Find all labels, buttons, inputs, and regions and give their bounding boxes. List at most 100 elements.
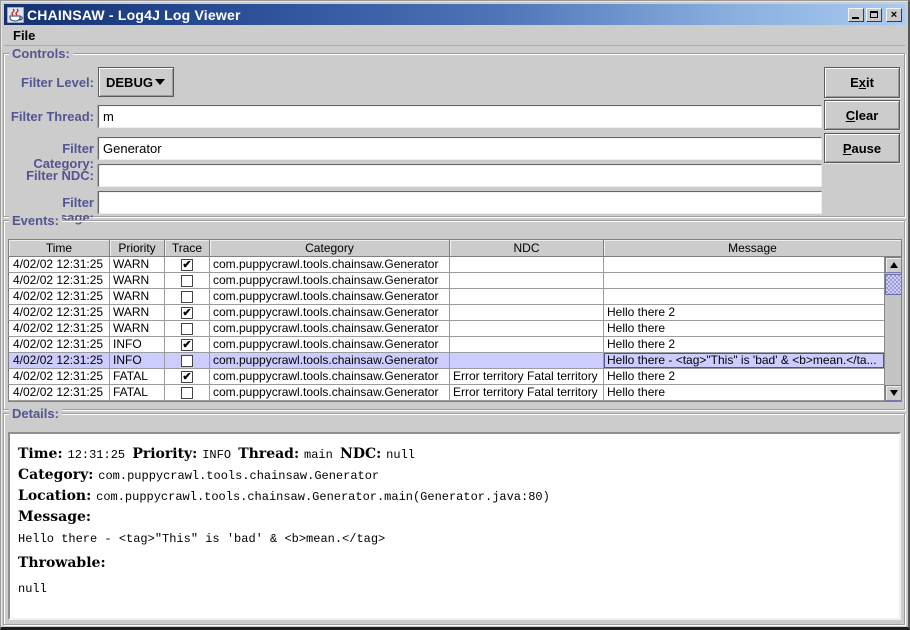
- cell-message: Hello there: [604, 321, 884, 337]
- cell-message: Hello there 2: [604, 369, 884, 385]
- details-line: Category: com.puppycrawl.tools.chainsaw.…: [18, 464, 891, 485]
- filter-thread-input[interactable]: [98, 105, 822, 128]
- cell-trace: [165, 353, 210, 369]
- filter-category-input[interactable]: [98, 137, 822, 160]
- column-header-message[interactable]: Message: [604, 240, 901, 257]
- details-line: Location: com.puppycrawl.tools.chainsaw.…: [18, 485, 891, 506]
- pause-button[interactable]: Pause: [824, 133, 900, 163]
- cell-category: com.puppycrawl.tools.chainsaw.Generator: [210, 305, 450, 321]
- filter-message-input[interactable]: [98, 191, 822, 214]
- cell-message: Hello there - <tag>"This" is 'bad' & <b>…: [604, 353, 884, 369]
- trace-checkbox[interactable]: ✔: [181, 339, 193, 351]
- cell-priority: INFO: [110, 353, 165, 369]
- close-button[interactable]: ×: [886, 8, 902, 22]
- events-table-body: 4/02/02 12:31:25 WARN ✔ com.puppycrawl.t…: [9, 257, 884, 401]
- cell-time: 4/02/02 12:31:25: [9, 385, 110, 401]
- cell-priority: INFO: [110, 337, 165, 353]
- filter-level-combo[interactable]: DEBUG: [98, 67, 174, 97]
- cell-message: Hello there 2: [604, 305, 884, 321]
- cell-time: 4/02/02 12:31:25: [9, 273, 110, 289]
- trace-checkbox[interactable]: [181, 387, 193, 399]
- scroll-up-button[interactable]: [885, 257, 902, 273]
- menu-bar: File: [4, 25, 905, 46]
- details-group-title: Details:: [9, 406, 62, 421]
- events-table: Time Priority Trace Category NDC Message…: [8, 239, 902, 402]
- table-row[interactable]: 4/02/02 12:31:25 WARN com.puppycrawl.too…: [9, 321, 884, 337]
- column-header-priority[interactable]: Priority: [110, 240, 165, 257]
- clear-button[interactable]: Clear: [824, 100, 900, 130]
- trace-checkbox[interactable]: ✔: [181, 259, 193, 271]
- events-group-title: Events:: [9, 213, 62, 228]
- table-row[interactable]: 4/02/02 12:31:25 WARN ✔ com.puppycrawl.t…: [9, 257, 884, 273]
- cell-category: com.puppycrawl.tools.chainsaw.Generator: [210, 321, 450, 337]
- cell-time: 4/02/02 12:31:25: [9, 369, 110, 385]
- cell-trace: ✔: [165, 257, 210, 273]
- cell-message: [604, 273, 884, 289]
- cell-priority: WARN: [110, 289, 165, 305]
- cell-ndc: [450, 257, 604, 273]
- arrow-down-icon: [890, 390, 898, 396]
- cell-category: com.puppycrawl.tools.chainsaw.Generator: [210, 385, 450, 401]
- filter-ndc-input[interactable]: [98, 164, 822, 187]
- cell-category: com.puppycrawl.tools.chainsaw.Generator: [210, 273, 450, 289]
- cell-category: com.puppycrawl.tools.chainsaw.Generator: [210, 257, 450, 273]
- trace-checkbox[interactable]: [181, 323, 193, 335]
- filter-thread-label: Filter Thread:: [4, 109, 94, 124]
- table-row[interactable]: 4/02/02 12:31:25 WARN com.puppycrawl.too…: [9, 289, 884, 305]
- scrollbar-thumb[interactable]: [885, 274, 902, 295]
- table-row[interactable]: 4/02/02 12:31:25 FATAL ✔ com.puppycrawl.…: [9, 369, 884, 385]
- filter-ndc-label: Filter NDC:: [4, 168, 94, 183]
- cell-trace: ✔: [165, 305, 210, 321]
- trace-checkbox[interactable]: [181, 291, 193, 303]
- cell-category: com.puppycrawl.tools.chainsaw.Generator: [210, 353, 450, 369]
- column-header-time[interactable]: Time: [9, 240, 110, 257]
- cell-trace: ✔: [165, 369, 210, 385]
- trace-checkbox[interactable]: ✔: [181, 371, 193, 383]
- cell-priority: WARN: [110, 273, 165, 289]
- table-row[interactable]: 4/02/02 12:31:25 WARN ✔ com.puppycrawl.t…: [9, 305, 884, 321]
- cell-time: 4/02/02 12:31:25: [9, 305, 110, 321]
- title-bar[interactable]: CHAINSAW - Log4J Log Viewer ×: [4, 4, 905, 25]
- cell-priority: FATAL: [110, 385, 165, 401]
- trace-checkbox[interactable]: [181, 355, 193, 367]
- filter-category-label: Filter Category:: [4, 141, 94, 171]
- cell-time: 4/02/02 12:31:25: [9, 337, 110, 353]
- cell-priority: FATAL: [110, 369, 165, 385]
- column-header-trace[interactable]: Trace: [165, 240, 210, 257]
- details-line: null: [18, 577, 891, 598]
- cell-message: [604, 257, 884, 273]
- vertical-scrollbar[interactable]: [884, 257, 901, 401]
- cell-priority: WARN: [110, 305, 165, 321]
- details-line: Throwable:: [18, 552, 891, 573]
- column-header-ndc[interactable]: NDC: [450, 240, 604, 257]
- controls-group: Controls: Filter Level: DEBUG Filter Thr…: [3, 53, 905, 217]
- cell-category: com.puppycrawl.tools.chainsaw.Generator: [210, 337, 450, 353]
- column-header-category[interactable]: Category: [210, 240, 450, 257]
- table-row[interactable]: 4/02/02 12:31:25 INFO ✔ com.puppycrawl.t…: [9, 337, 884, 353]
- cell-ndc: Error territory Fatal territory: [450, 385, 604, 401]
- maximize-icon: [870, 11, 878, 18]
- events-group: Events: Time Priority Trace Category NDC…: [3, 220, 905, 410]
- cell-trace: ✔: [165, 337, 210, 353]
- scroll-down-button[interactable]: [885, 385, 902, 401]
- exit-button[interactable]: Exit: [824, 67, 900, 98]
- cell-category: com.puppycrawl.tools.chainsaw.Generator: [210, 289, 450, 305]
- cell-message: Hello there 2: [604, 337, 884, 353]
- cell-trace: [165, 385, 210, 401]
- cell-ndc: [450, 305, 604, 321]
- cell-ndc: [450, 273, 604, 289]
- details-pane: Time: 12:31:25 Priority: INFO Thread: ma…: [8, 432, 901, 620]
- table-row[interactable]: 4/02/02 12:31:25 WARN com.puppycrawl.too…: [9, 273, 884, 289]
- events-table-header: Time Priority Trace Category NDC Message: [9, 240, 901, 257]
- cell-trace: [165, 321, 210, 337]
- table-row[interactable]: 4/02/02 12:31:25 FATAL com.puppycrawl.to…: [9, 385, 884, 401]
- menu-file[interactable]: File: [4, 26, 44, 45]
- minimize-button[interactable]: [848, 8, 864, 22]
- table-row[interactable]: 4/02/02 12:31:25 INFO com.puppycrawl.too…: [9, 353, 884, 369]
- trace-checkbox[interactable]: ✔: [181, 307, 193, 319]
- close-icon: ×: [891, 10, 897, 20]
- arrow-up-icon: [890, 262, 898, 268]
- maximize-button[interactable]: [866, 8, 882, 22]
- controls-group-title: Controls:: [9, 46, 73, 61]
- trace-checkbox[interactable]: [181, 275, 193, 287]
